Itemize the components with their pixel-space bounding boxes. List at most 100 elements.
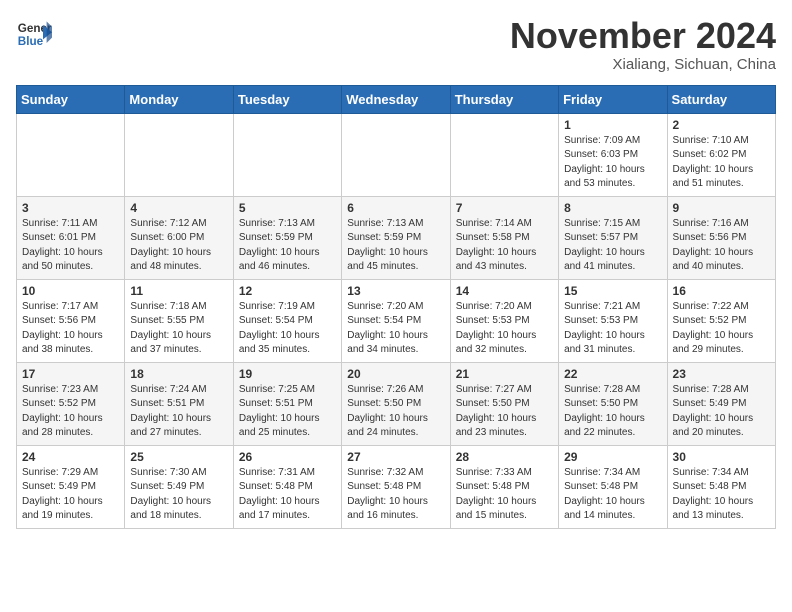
day-info: Sunrise: 7:21 AMSunset: 5:53 PMDaylight:… bbox=[564, 300, 661, 358]
calendar-day-27: 27 Sunrise: 7:32 AMSunset: 5:48 PMDayligh… bbox=[342, 445, 450, 528]
day-number: 10 bbox=[22, 284, 119, 298]
calendar-empty-cell bbox=[233, 113, 341, 196]
calendar-day-25: 25 Sunrise: 7:30 AMSunset: 5:49 PMDayligh… bbox=[125, 445, 233, 528]
day-number: 1 bbox=[564, 118, 661, 132]
calendar-day-9: 9Sunrise: 7:16 AMSunset: 5:56 PMDaylight… bbox=[667, 196, 775, 279]
calendar-empty-cell bbox=[125, 113, 233, 196]
calendar-day-14: 14 Sunrise: 7:20 AMSunset: 5:53 PMDayligh… bbox=[450, 279, 558, 362]
weekday-header-tuesday: Tuesday bbox=[233, 85, 341, 113]
day-number: 11 bbox=[130, 284, 227, 298]
day-number: 20 bbox=[347, 367, 444, 381]
weekday-header-saturday: Saturday bbox=[667, 85, 775, 113]
day-number: 2 bbox=[673, 118, 770, 132]
calendar-day-18: 18 Sunrise: 7:24 AMSunset: 5:51 PMDayligh… bbox=[125, 362, 233, 445]
day-info: Sunrise: 7:32 AMSunset: 5:48 PMDaylight:… bbox=[347, 466, 444, 524]
day-info: Sunrise: 7:27 AMSunset: 5:50 PMDaylight:… bbox=[456, 383, 553, 441]
calendar-day-30: 30Sunrise: 7:34 AMSunset: 5:48 PMDayligh… bbox=[667, 445, 775, 528]
calendar-day-3: 3 Sunrise: 7:11 AMSunset: 6:01 PMDaylight… bbox=[17, 196, 125, 279]
page-header: General Blue November 2024 Xialiang, Sic… bbox=[16, 16, 776, 73]
day-info: Sunrise: 7:20 AMSunset: 5:54 PMDaylight:… bbox=[347, 300, 444, 358]
weekday-header-monday: Monday bbox=[125, 85, 233, 113]
day-number: 4 bbox=[130, 201, 227, 215]
weekday-header-sunday: Sunday bbox=[17, 85, 125, 113]
weekday-header-row: SundayMondayTuesdayWednesdayThursdayFrid… bbox=[17, 85, 776, 113]
month-title: November 2024 bbox=[510, 16, 776, 56]
day-info: Sunrise: 7:25 AMSunset: 5:51 PMDaylight:… bbox=[239, 383, 336, 441]
day-info: Sunrise: 7:19 AMSunset: 5:54 PMDaylight:… bbox=[239, 300, 336, 358]
logo: General Blue bbox=[16, 16, 52, 52]
day-number: 13 bbox=[347, 284, 444, 298]
day-number: 14 bbox=[456, 284, 553, 298]
calendar-day-15: 15 Sunrise: 7:21 AMSunset: 5:53 PMDayligh… bbox=[559, 279, 667, 362]
day-number: 16 bbox=[673, 284, 770, 298]
calendar-week-2: 3 Sunrise: 7:11 AMSunset: 6:01 PMDaylight… bbox=[17, 196, 776, 279]
day-info: Sunrise: 7:31 AMSunset: 5:48 PMDaylight:… bbox=[239, 466, 336, 524]
location-subtitle: Xialiang, Sichuan, China bbox=[510, 56, 776, 73]
calendar-week-5: 24 Sunrise: 7:29 AMSunset: 5:49 PMDayligh… bbox=[17, 445, 776, 528]
calendar-day-12: 12Sunrise: 7:19 AMSunset: 5:54 PMDayligh… bbox=[233, 279, 341, 362]
weekday-header-friday: Friday bbox=[559, 85, 667, 113]
calendar-day-24: 24 Sunrise: 7:29 AMSunset: 5:49 PMDayligh… bbox=[17, 445, 125, 528]
weekday-header-thursday: Thursday bbox=[450, 85, 558, 113]
day-info: Sunrise: 7:12 AMSunset: 6:00 PMDaylight:… bbox=[130, 217, 227, 275]
day-info: Sunrise: 7:11 AMSunset: 6:01 PMDaylight:… bbox=[22, 217, 119, 275]
day-info: Sunrise: 7:23 AMSunset: 5:52 PMDaylight:… bbox=[22, 383, 119, 441]
day-number: 25 bbox=[130, 450, 227, 464]
calendar-day-7: 7Sunrise: 7:14 AMSunset: 5:58 PMDaylight… bbox=[450, 196, 558, 279]
calendar-week-4: 17 Sunrise: 7:23 AMSunset: 5:52 PMDayligh… bbox=[17, 362, 776, 445]
calendar-day-10: 10Sunrise: 7:17 AMSunset: 5:56 PMDayligh… bbox=[17, 279, 125, 362]
day-info: Sunrise: 7:13 AMSunset: 5:59 PMDaylight:… bbox=[239, 217, 336, 275]
day-number: 17 bbox=[22, 367, 119, 381]
day-info: Sunrise: 7:09 AMSunset: 6:03 PMDaylight:… bbox=[564, 134, 661, 192]
calendar-week-3: 10Sunrise: 7:17 AMSunset: 5:56 PMDayligh… bbox=[17, 279, 776, 362]
day-info: Sunrise: 7:15 AMSunset: 5:57 PMDaylight:… bbox=[564, 217, 661, 275]
calendar-day-26: 26 Sunrise: 7:31 AMSunset: 5:48 PMDayligh… bbox=[233, 445, 341, 528]
day-info: Sunrise: 7:20 AMSunset: 5:53 PMDaylight:… bbox=[456, 300, 553, 358]
day-number: 26 bbox=[239, 450, 336, 464]
day-info: Sunrise: 7:24 AMSunset: 5:51 PMDaylight:… bbox=[130, 383, 227, 441]
day-info: Sunrise: 7:28 AMSunset: 5:50 PMDaylight:… bbox=[564, 383, 661, 441]
day-number: 24 bbox=[22, 450, 119, 464]
day-info: Sunrise: 7:29 AMSunset: 5:49 PMDaylight:… bbox=[22, 466, 119, 524]
day-info: Sunrise: 7:16 AMSunset: 5:56 PMDaylight:… bbox=[673, 217, 770, 275]
calendar-week-1: 1 Sunrise: 7:09 AMSunset: 6:03 PMDaylight… bbox=[17, 113, 776, 196]
day-info: Sunrise: 7:13 AMSunset: 5:59 PMDaylight:… bbox=[347, 217, 444, 275]
calendar-day-17: 17 Sunrise: 7:23 AMSunset: 5:52 PMDayligh… bbox=[17, 362, 125, 445]
day-number: 30 bbox=[673, 450, 770, 464]
calendar-day-23: 23 Sunrise: 7:28 AMSunset: 5:49 PMDayligh… bbox=[667, 362, 775, 445]
day-number: 28 bbox=[456, 450, 553, 464]
day-info: Sunrise: 7:34 AMSunset: 5:48 PMDaylight:… bbox=[564, 466, 661, 524]
day-info: Sunrise: 7:30 AMSunset: 5:49 PMDaylight:… bbox=[130, 466, 227, 524]
svg-text:Blue: Blue bbox=[18, 35, 44, 48]
day-number: 3 bbox=[22, 201, 119, 215]
calendar-day-11: 11Sunrise: 7:18 AMSunset: 5:55 PMDayligh… bbox=[125, 279, 233, 362]
calendar-day-16: 16 Sunrise: 7:22 AMSunset: 5:52 PMDayligh… bbox=[667, 279, 775, 362]
day-number: 8 bbox=[564, 201, 661, 215]
calendar-day-28: 28 Sunrise: 7:33 AMSunset: 5:48 PMDayligh… bbox=[450, 445, 558, 528]
calendar-day-2: 2 Sunrise: 7:10 AMSunset: 6:02 PMDaylight… bbox=[667, 113, 775, 196]
day-number: 19 bbox=[239, 367, 336, 381]
calendar-day-21: 21 Sunrise: 7:27 AMSunset: 5:50 PMDayligh… bbox=[450, 362, 558, 445]
calendar-day-5: 5Sunrise: 7:13 AMSunset: 5:59 PMDaylight… bbox=[233, 196, 341, 279]
day-info: Sunrise: 7:26 AMSunset: 5:50 PMDaylight:… bbox=[347, 383, 444, 441]
calendar-day-6: 6Sunrise: 7:13 AMSunset: 5:59 PMDaylight… bbox=[342, 196, 450, 279]
weekday-header-wednesday: Wednesday bbox=[342, 85, 450, 113]
day-number: 18 bbox=[130, 367, 227, 381]
day-info: Sunrise: 7:10 AMSunset: 6:02 PMDaylight:… bbox=[673, 134, 770, 192]
day-number: 29 bbox=[564, 450, 661, 464]
day-number: 23 bbox=[673, 367, 770, 381]
day-number: 22 bbox=[564, 367, 661, 381]
day-number: 21 bbox=[456, 367, 553, 381]
calendar-day-1: 1 Sunrise: 7:09 AMSunset: 6:03 PMDaylight… bbox=[559, 113, 667, 196]
calendar-empty-cell bbox=[17, 113, 125, 196]
day-info: Sunrise: 7:28 AMSunset: 5:49 PMDaylight:… bbox=[673, 383, 770, 441]
calendar-day-20: 20 Sunrise: 7:26 AMSunset: 5:50 PMDayligh… bbox=[342, 362, 450, 445]
logo-icon: General Blue bbox=[16, 16, 52, 52]
day-number: 27 bbox=[347, 450, 444, 464]
calendar-day-22: 22 Sunrise: 7:28 AMSunset: 5:50 PMDayligh… bbox=[559, 362, 667, 445]
day-number: 15 bbox=[564, 284, 661, 298]
day-info: Sunrise: 7:33 AMSunset: 5:48 PMDaylight:… bbox=[456, 466, 553, 524]
day-info: Sunrise: 7:14 AMSunset: 5:58 PMDaylight:… bbox=[456, 217, 553, 275]
day-info: Sunrise: 7:22 AMSunset: 5:52 PMDaylight:… bbox=[673, 300, 770, 358]
calendar-day-8: 8 Sunrise: 7:15 AMSunset: 5:57 PMDaylight… bbox=[559, 196, 667, 279]
